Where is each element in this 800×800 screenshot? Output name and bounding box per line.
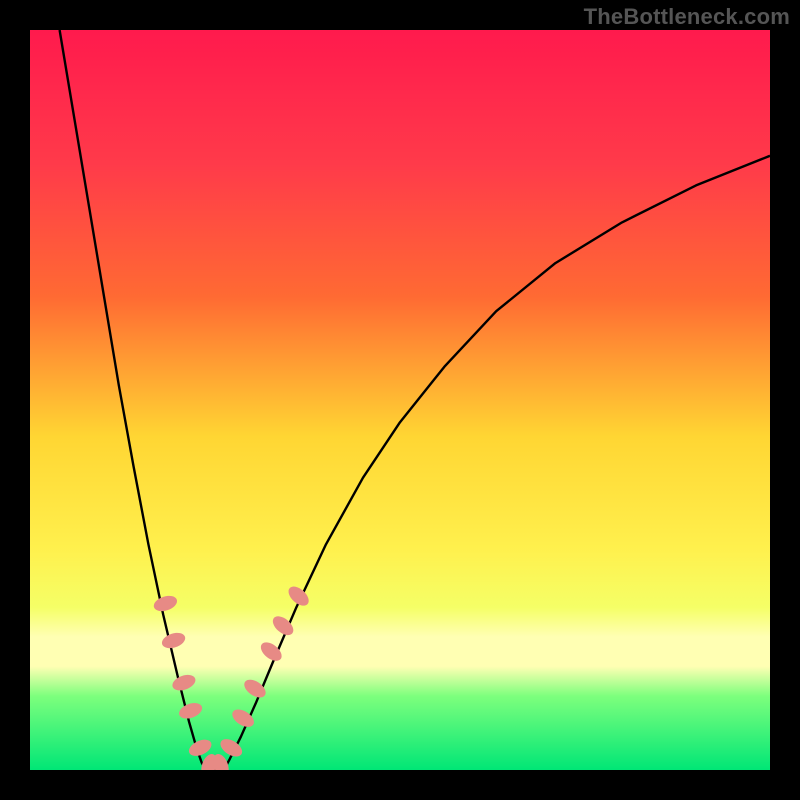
watermark-text: TheBottleneck.com	[584, 4, 790, 30]
plot-area	[30, 30, 770, 770]
chart-frame: TheBottleneck.com	[0, 0, 800, 800]
bottleneck-curve-chart	[30, 30, 770, 770]
gradient-background	[30, 30, 770, 770]
